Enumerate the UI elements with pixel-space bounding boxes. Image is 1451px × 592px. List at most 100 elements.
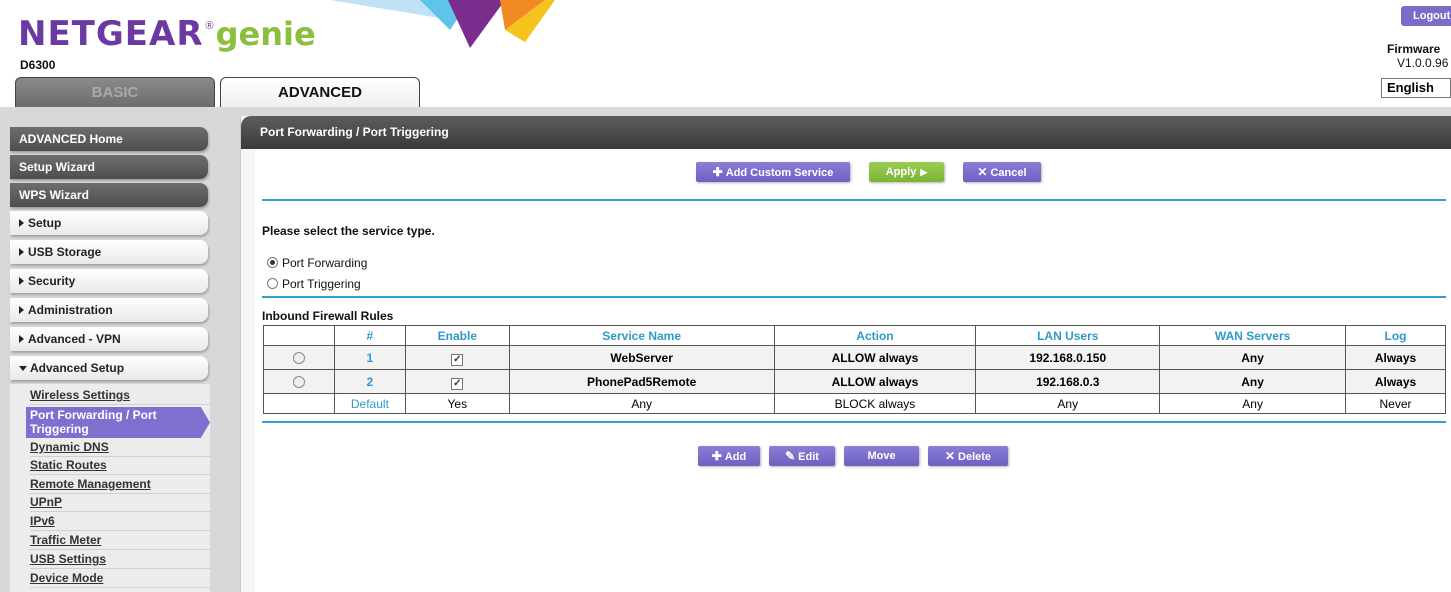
radio-port-forwarding-label: Port Forwarding: [282, 256, 368, 270]
radio-unselected-icon[interactable]: [267, 278, 278, 289]
row-log: Always: [1345, 345, 1446, 370]
inbound-rules-table: # Enable Service Name Action LAN Users W…: [263, 325, 1446, 414]
sidebar-section-administration[interactable]: Administration: [10, 298, 208, 322]
add-label: Add: [724, 451, 747, 463]
sidebar-item-upnp[interactable]: UPnP: [30, 495, 210, 512]
delete-button[interactable]: ✕ Delete: [928, 446, 1008, 466]
expand-arrow-icon: [19, 335, 24, 343]
row-log: Always: [1345, 369, 1446, 394]
header-lan-users: LAN Users: [975, 325, 1161, 346]
radio-port-triggering[interactable]: Port Triggering: [267, 277, 361, 291]
row-service-name: Any: [508, 393, 775, 414]
collapse-arrow-icon: [19, 366, 27, 371]
sidebar-item-static-routes[interactable]: Static Routes: [30, 458, 210, 475]
expand-arrow-icon: [19, 277, 24, 285]
sidebar-item-ipv6[interactable]: IPv6: [30, 514, 210, 531]
divider-line: [262, 199, 1446, 201]
expand-arrow-icon: [19, 306, 24, 314]
enable-checkbox[interactable]: ✓: [451, 353, 464, 366]
pencil-icon: ✎: [785, 449, 796, 463]
add-custom-service-button[interactable]: ✚ Add Custom Service: [696, 162, 850, 182]
row-wan-servers: Any: [1159, 345, 1347, 370]
sidebar-item-dynamic-dns[interactable]: Dynamic DNS: [30, 440, 210, 457]
tab-basic[interactable]: BASIC: [15, 77, 215, 109]
sidebar-item-traffic-meter[interactable]: Traffic Meter: [30, 533, 210, 550]
apply-button[interactable]: Apply ▶: [869, 162, 944, 182]
sidebar-item-usb-settings[interactable]: USB Settings: [30, 552, 210, 569]
logout-button[interactable]: Logout: [1401, 6, 1451, 26]
apply-label: Apply: [885, 166, 917, 178]
sidebar-section-setup[interactable]: Setup: [10, 211, 208, 235]
sidebar-item-wireless-settings[interactable]: Wireless Settings: [30, 388, 210, 405]
sidebar-section-label: Administration: [28, 303, 113, 317]
firmware-label: Firmware: [1387, 42, 1441, 56]
tab-advanced[interactable]: ADVANCED: [220, 77, 420, 109]
radio-port-triggering-label: Port Triggering: [282, 277, 361, 291]
sidebar-section-usb-storage[interactable]: USB Storage: [10, 240, 208, 264]
cancel-label: Cancel: [990, 167, 1027, 179]
sidebar-wps-wizard[interactable]: WPS Wizard: [10, 183, 208, 207]
sidebar-section-label: Security: [28, 274, 76, 288]
row-service-name: WebServer: [508, 345, 775, 370]
row-wan-servers: Any: [1159, 369, 1347, 394]
sidebar-setup-wizard[interactable]: Setup Wizard: [10, 155, 208, 179]
language-select[interactable]: English: [1381, 78, 1451, 98]
header-enable: Enable: [404, 325, 510, 346]
divider-line: [262, 296, 1446, 298]
row-log: Never: [1345, 393, 1446, 414]
sidebar-section-label: Advanced Setup: [30, 361, 125, 375]
row-lan-users: 192.168.0.150: [975, 345, 1161, 370]
router-admin-page: NETGEAR ® genie D6300 BASIC ADVANCED Log…: [0, 0, 1451, 592]
add-button[interactable]: ✚ Add: [698, 446, 760, 466]
radio-selected-icon[interactable]: [267, 257, 278, 268]
plus-icon: ✚: [711, 449, 722, 463]
inbound-rules-title: Inbound Firewall Rules: [262, 309, 394, 323]
row-number: 1: [333, 345, 406, 370]
header-wan-servers: WAN Servers: [1159, 325, 1347, 346]
add-custom-service-label: Add Custom Service: [725, 167, 834, 179]
expand-arrow-icon: [19, 219, 24, 227]
table-row: 1 ✓ WebServer ALLOW always 192.168.0.150…: [263, 345, 1446, 370]
table-header-row: # Enable Service Name Action LAN Users W…: [263, 325, 1446, 346]
cancel-button[interactable]: ✕ Cancel: [963, 162, 1041, 182]
sidebar-section-advanced-setup[interactable]: Advanced Setup: [10, 356, 208, 380]
router-model: D6300: [20, 58, 56, 72]
delete-label: Delete: [958, 451, 992, 463]
header-select: [263, 325, 335, 346]
expand-arrow-icon: [19, 248, 24, 256]
radio-port-forwarding[interactable]: Port Forwarding: [267, 256, 367, 270]
sidebar-section-label: Advanced - VPN: [28, 332, 121, 346]
sidebar-section-advanced-vpn[interactable]: Advanced - VPN: [10, 327, 208, 351]
divider-line: [262, 421, 1446, 423]
row-select-radio[interactable]: [292, 351, 305, 364]
row-select-cell: [263, 345, 335, 370]
row-select-cell: [263, 393, 335, 414]
row-action: ALLOW always: [773, 369, 977, 394]
move-label: Move: [867, 450, 896, 462]
table-row: 2 ✓ PhonePad5Remote ALLOW always 192.168…: [263, 369, 1446, 394]
banner-decoration: [330, 0, 555, 48]
page-title: Port Forwarding / Port Triggering: [241, 116, 1451, 149]
sidebar-advanced-home[interactable]: ADVANCED Home: [10, 127, 208, 151]
row-select-cell: [263, 369, 335, 394]
move-button[interactable]: Move: [844, 446, 919, 466]
sidebar-item-remote-management[interactable]: Remote Management: [30, 477, 210, 494]
logo-registered-mark: ®: [205, 20, 214, 32]
row-wan-servers: Any: [1159, 393, 1347, 414]
row-action: BLOCK always: [773, 393, 977, 414]
edit-button[interactable]: ✎ Edit: [769, 446, 835, 466]
row-enable-cell: ✓: [404, 345, 510, 370]
netgear-genie-logo: NETGEAR ® genie: [18, 14, 316, 54]
enable-checkbox[interactable]: ✓: [451, 377, 464, 390]
close-icon: ✕: [944, 449, 956, 463]
edit-label: Edit: [798, 451, 819, 463]
top-right-area: Logout Firmware V1.0.0.96 English: [1381, 0, 1451, 110]
sidebar-section-security[interactable]: Security: [10, 269, 208, 293]
sidebar-section-label: Setup: [28, 216, 62, 230]
sidebar-item-device-mode[interactable]: Device Mode: [30, 571, 210, 588]
sidebar-item-port-forwarding[interactable]: Port Forwarding / Port Triggering: [26, 407, 210, 438]
row-select-radio[interactable]: [292, 375, 305, 388]
header-log: Log: [1345, 325, 1446, 346]
sidebar-section-label: USB Storage: [28, 245, 102, 259]
table-row-default: Default Yes Any BLOCK always Any Any Nev…: [263, 393, 1446, 414]
